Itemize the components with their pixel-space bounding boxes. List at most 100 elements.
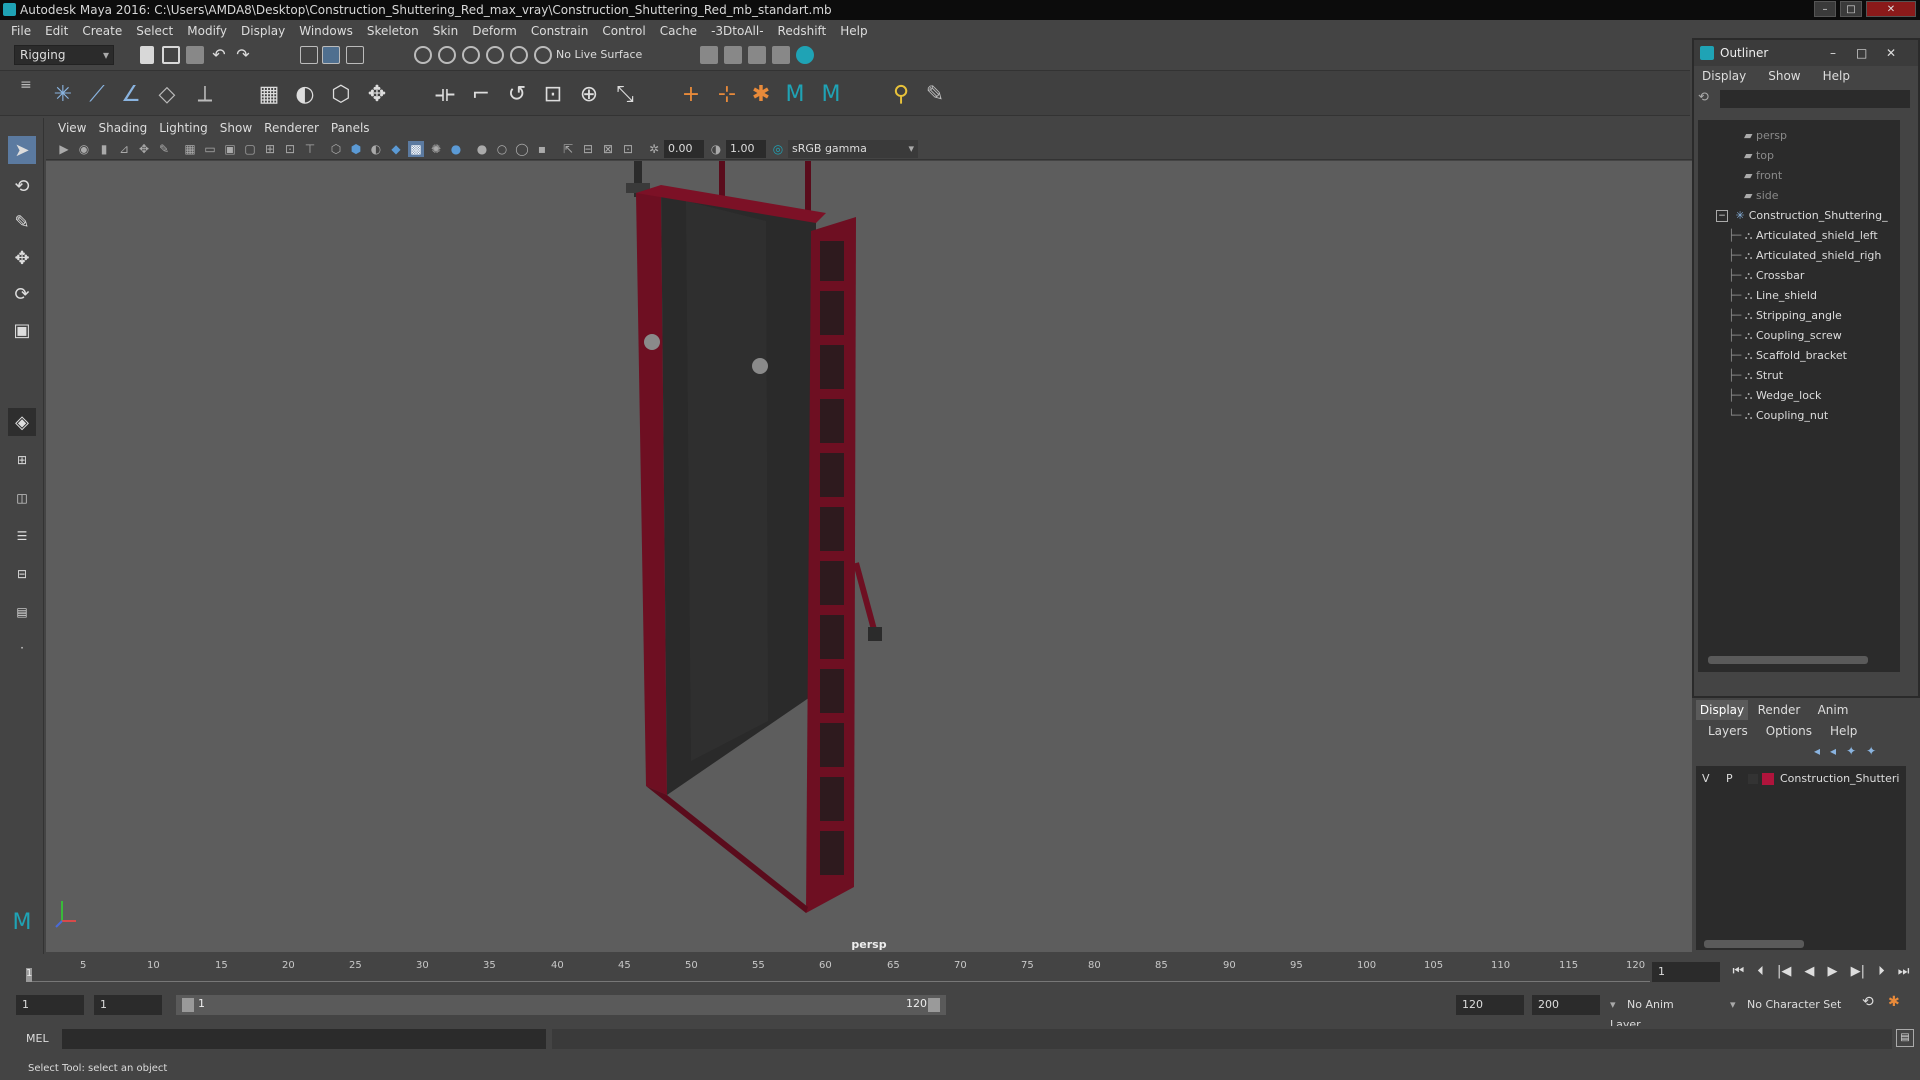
quick-rig-icon[interactable]: M (816, 79, 846, 109)
lasso-tool-icon[interactable]: ⟲ (8, 172, 36, 200)
exposure-icon[interactable]: ✲ (646, 141, 662, 157)
layer-type-toggle[interactable] (1748, 774, 1758, 784)
snap-grid-icon[interactable] (414, 46, 432, 64)
mirror-joint-icon[interactable]: ⟂ (190, 79, 220, 109)
gamma-field[interactable]: 1.00 (726, 140, 766, 158)
go-to-end-icon[interactable]: ⏭ (1898, 964, 1910, 979)
outliner-item-child[interactable]: ├─ ⛬ Strut (1728, 366, 1783, 386)
field-chart-icon[interactable]: ⊞ (262, 141, 278, 157)
outliner-item-child[interactable]: ├─ ⛬ Scaffold_bracket (1728, 346, 1847, 366)
layer-horizontal-scrollbar[interactable] (1704, 940, 1804, 948)
outliner-menu-display[interactable]: Display (1702, 69, 1768, 83)
undo-icon[interactable]: ↶ (210, 46, 228, 64)
layer-color-swatch[interactable] (1762, 773, 1774, 785)
auto-key-icon[interactable]: ⟲ (1862, 994, 1882, 1014)
layer-visibility-toggle[interactable]: V (1702, 770, 1710, 788)
menu-display[interactable]: Display (234, 24, 292, 38)
ik-spline-icon[interactable]: ∠ (116, 79, 146, 109)
menu-redshift[interactable]: Redshift (771, 24, 834, 38)
aim-constraint-icon[interactable]: ⊕ (574, 79, 604, 109)
timeline-ruler[interactable]: 1 5 10 15 20 25 30 35 40 45 50 55 60 65 … (26, 960, 1650, 982)
outliner-item-child[interactable]: └─ ⛬ Coupling_nut (1728, 406, 1828, 426)
paint-select-tool-icon[interactable]: ✎ (8, 208, 36, 236)
outliner-search-input[interactable] (1720, 90, 1910, 108)
wireframe-on-shaded-icon[interactable]: ◐ (368, 141, 384, 157)
hypershade-icon[interactable] (796, 46, 814, 64)
paint-skin-icon[interactable]: ✎ (920, 79, 950, 109)
maximize-button[interactable]: □ (1840, 1, 1862, 17)
range-handle-start[interactable] (182, 998, 194, 1012)
panel-menu-view[interactable]: View (52, 121, 92, 135)
use-all-lights-icon[interactable]: ▩ (408, 141, 424, 157)
menu-control[interactable]: Control (595, 24, 652, 38)
snap-live-icon[interactable] (510, 46, 528, 64)
menu-skeleton[interactable]: Skeleton (360, 24, 426, 38)
outliner-close-button[interactable]: ✕ (1886, 40, 1896, 66)
select-by-object-icon[interactable] (322, 46, 340, 64)
script-editor-icon[interactable]: ▤ (1896, 1029, 1914, 1047)
command-input[interactable] (62, 1029, 546, 1049)
end-time-field[interactable]: 200 (1532, 995, 1600, 1015)
joint-orient-icon[interactable]: ⊹ (712, 79, 742, 109)
parent-constraint-icon[interactable]: ⟛ (430, 79, 460, 109)
wireframe-icon[interactable]: ⬡ (328, 141, 344, 157)
range-slider[interactable]: 1 120 (176, 995, 946, 1015)
outliner-item-child[interactable]: ├─ ⛬ Line_shield (1728, 286, 1817, 306)
select-tool-icon[interactable]: ➤ (8, 136, 36, 164)
pole-vector-constraint-icon[interactable]: ⤡ (610, 79, 640, 109)
humanik-icon[interactable]: M (780, 79, 810, 109)
animation-preferences-icon[interactable]: ✱ (1888, 994, 1908, 1014)
outliner-menu-help[interactable]: Help (1823, 69, 1872, 83)
shadows-icon[interactable]: ✺ (428, 141, 444, 157)
bind-skin-icon[interactable]: ▦ (254, 79, 284, 109)
xray-components-icon[interactable]: ⊠ (600, 141, 616, 157)
xray-joints-icon[interactable]: ⊟ (580, 141, 596, 157)
isolate-select-icon[interactable]: ▪ (534, 141, 550, 157)
live-surface-label[interactable]: No Live Surface (556, 46, 656, 64)
menu-file[interactable]: File (4, 24, 38, 38)
orient-constraint-icon[interactable]: ↺ (502, 79, 532, 109)
range-handle-end[interactable] (928, 998, 940, 1012)
menu-skin[interactable]: Skin (426, 24, 466, 38)
four-view-layout-icon[interactable]: ⊞ (8, 446, 36, 474)
play-backward-icon[interactable]: ◀ (1804, 964, 1814, 979)
menu-help[interactable]: Help (833, 24, 874, 38)
bookmark-icon[interactable]: ▮ (96, 141, 112, 157)
step-forward-icon[interactable]: ⏵ (1878, 964, 1885, 979)
menu-modify[interactable]: Modify (180, 24, 234, 38)
outliner-minimize-button[interactable]: – (1830, 40, 1836, 66)
outliner-item-child[interactable]: ├─ ⛬ Crossbar (1728, 266, 1804, 286)
outliner-item-child[interactable]: ├─ ⛬ Articulated_shield_righ (1728, 246, 1881, 266)
open-scene-icon[interactable] (162, 46, 180, 64)
command-language-label[interactable]: MEL (26, 1032, 49, 1045)
layer-name[interactable]: Construction_Shutteri (1780, 770, 1899, 788)
panel-menu-shading[interactable]: Shading (92, 121, 153, 135)
select-by-hierarchy-icon[interactable] (300, 46, 318, 64)
step-forward-key-icon[interactable]: ▶| (1851, 964, 1865, 979)
redo-icon[interactable]: ↷ (234, 46, 252, 64)
motion-blur-icon[interactable]: ● (474, 141, 490, 157)
step-back-key-icon[interactable]: |◀ (1777, 964, 1791, 979)
menu-cache[interactable]: Cache (653, 24, 704, 38)
gate-mask-icon[interactable]: ▢ (242, 141, 258, 157)
new-layer-icon[interactable]: ✦ (1846, 744, 1856, 758)
tab-render[interactable]: Render (1752, 700, 1806, 720)
layer-playback-toggle[interactable]: P (1726, 770, 1733, 788)
outliner-item-side[interactable]: ▰ side (1744, 186, 1779, 206)
xray-icon[interactable]: ⇱ (560, 141, 576, 157)
tab-anim[interactable]: Anim (1808, 700, 1858, 720)
camera-attributes-icon[interactable]: ◉ (76, 141, 92, 157)
menu-select[interactable]: Select (129, 24, 180, 38)
outliner-item-front[interactable]: ▰ front (1744, 166, 1782, 186)
menu-3dtoall[interactable]: -3DtoAll- (704, 24, 770, 38)
resolution-gate-icon[interactable]: ▣ (222, 141, 238, 157)
save-scene-icon[interactable] (186, 46, 204, 64)
outliner-maximize-button[interactable]: □ (1856, 40, 1867, 66)
tab-display[interactable]: Display (1696, 700, 1748, 720)
outliner-item-top[interactable]: ▰ top (1744, 146, 1774, 166)
render-view-icon[interactable] (700, 46, 718, 64)
new-layer-selected-icon[interactable]: ✦ (1866, 744, 1876, 758)
snap-view-plane-icon[interactable] (486, 46, 504, 64)
anim-layer-dropdown[interactable]: ▾ No Anim Layer (1610, 995, 1690, 1031)
layer-menu-options[interactable]: Options (1766, 724, 1812, 738)
